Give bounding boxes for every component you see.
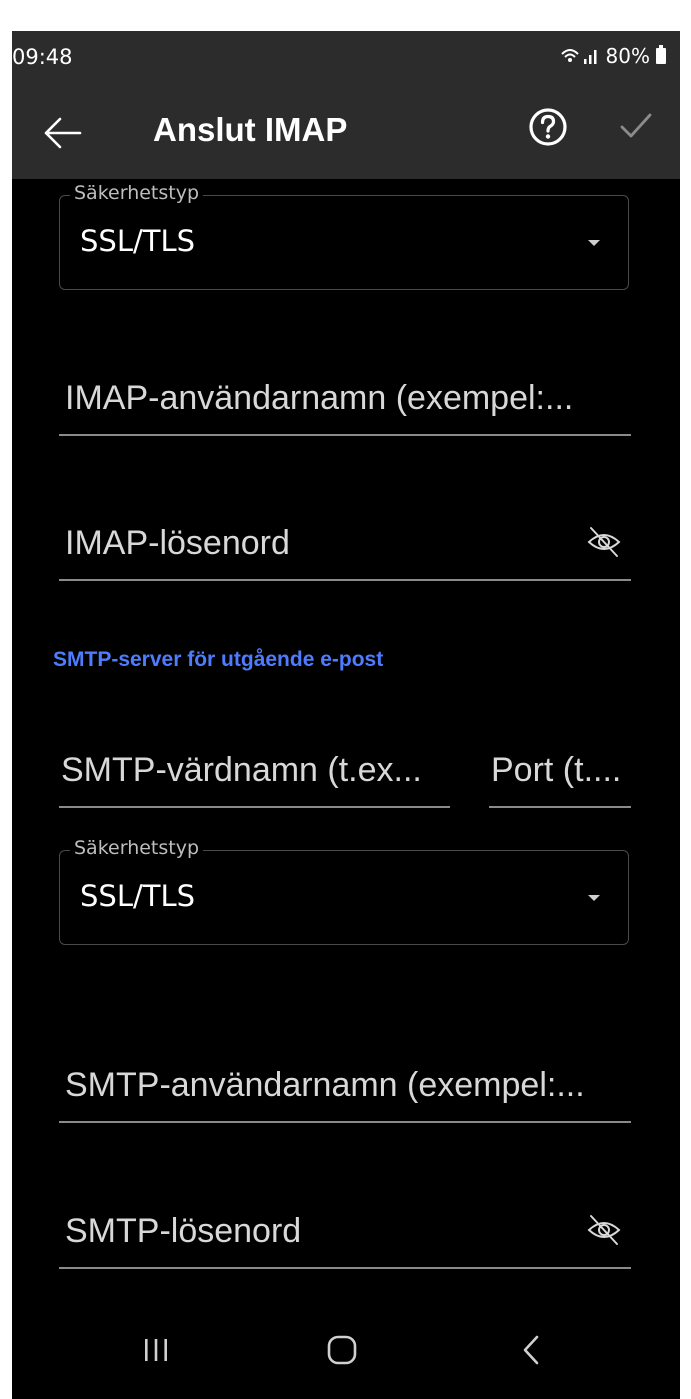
status-bar: 09:48 80%	[12, 31, 680, 83]
smtp-security-select[interactable]: Säkerhetstyp SSL/TLS	[59, 837, 629, 945]
imap-username-field[interactable]: IMAP-användarnamn (exempel:...	[59, 339, 631, 436]
home-icon[interactable]	[320, 1328, 364, 1372]
check-icon[interactable]	[612, 101, 660, 149]
arrow-left-icon[interactable]	[38, 109, 86, 157]
status-indicators: 80%	[560, 44, 666, 68]
imap-username-placeholder: IMAP-användarnamn (exempel:...	[65, 379, 574, 417]
smtp-password-placeholder: SMTP-lösenord	[65, 1212, 302, 1250]
smtp-security-label: Säkerhetstyp	[70, 837, 204, 859]
imap-password-placeholder: IMAP-lösenord	[65, 524, 290, 562]
smtp-username-placeholder: SMTP-användarnamn (exempel:...	[65, 1066, 585, 1104]
smtp-port-field[interactable]: Port (t....	[489, 711, 631, 808]
smtp-hostname-placeholder: SMTP-värdnamn (t.ex...	[61, 751, 422, 789]
status-time: 09:48	[12, 45, 73, 69]
battery-icon	[656, 45, 666, 64]
recents-icon[interactable]	[134, 1328, 178, 1372]
smtp-security-value: SSL/TLS	[80, 879, 196, 913]
imap-password-field[interactable]: IMAP-lösenord	[59, 483, 631, 581]
system-nav-bar	[12, 1306, 680, 1399]
eye-off-icon[interactable]	[585, 1213, 623, 1247]
chevron-down-icon	[588, 895, 600, 901]
eye-off-icon[interactable]	[585, 525, 623, 559]
nav-back-icon[interactable]	[510, 1328, 554, 1372]
battery-percent: 80%	[605, 44, 650, 68]
page-title: Anslut IMAP	[153, 111, 348, 148]
question-circle-icon[interactable]	[524, 103, 572, 151]
screen: 09:48 80% Anslut IMAP Säkerhetstyp SSL/T…	[12, 31, 680, 1399]
imap-security-select[interactable]: Säkerhetstyp SSL/TLS	[59, 182, 629, 290]
smtp-password-field[interactable]: SMTP-lösenord	[59, 1171, 631, 1269]
imap-security-label: Säkerhetstyp	[70, 182, 204, 204]
wifi-signal-icon	[560, 49, 597, 64]
smtp-port-placeholder: Port (t....	[491, 751, 622, 789]
smtp-hostname-field[interactable]: SMTP-värdnamn (t.ex...	[59, 711, 450, 808]
smtp-username-field[interactable]: SMTP-användarnamn (exempel:...	[59, 1026, 631, 1123]
app-bar: Anslut IMAP	[12, 83, 680, 179]
imap-security-value: SSL/TLS	[80, 224, 196, 258]
chevron-down-icon	[588, 240, 600, 246]
smtp-section-title: SMTP-server för utgående e-post	[53, 648, 384, 671]
